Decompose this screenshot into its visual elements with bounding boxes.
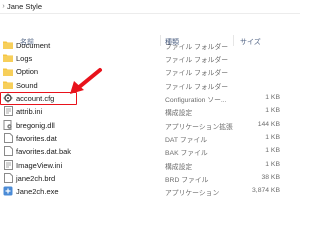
file-size: 1 KB (265, 107, 280, 115)
generic-file-icon (3, 172, 13, 183)
ini-file-icon (3, 159, 13, 170)
folder-icon (3, 80, 13, 90)
file-type: DAT ファイル (165, 136, 208, 144)
list-item[interactable]: jane2ch.brd BRD ファイル 38 KB (0, 171, 300, 184)
chevron-right-icon[interactable]: › (0, 3, 7, 10)
dll-file-icon (3, 119, 13, 130)
file-name: Document (16, 40, 51, 50)
list-item[interactable]: Option ファイル フォルダー (0, 65, 300, 78)
file-type: ファイル フォルダー (165, 83, 229, 91)
file-size: 38 KB (261, 173, 280, 181)
file-size: 144 KB (257, 120, 280, 128)
breadcrumb: › Jane Style (0, 0, 300, 14)
file-type: BRD ファイル (165, 176, 209, 184)
file-list: Document ファイル フォルダー Logs ファイル フォルダー Opti… (0, 38, 300, 198)
file-name: jane2ch.brd (16, 173, 56, 183)
list-item[interactable]: attrib.ini 構成設定 1 KB (0, 105, 300, 118)
generic-file-icon (3, 132, 13, 143)
file-type: 構成設定 (165, 163, 193, 171)
list-item[interactable]: Logs ファイル フォルダー (0, 51, 300, 64)
file-name: Logs (16, 53, 33, 63)
file-name: favorites.dat.bak (16, 147, 72, 157)
list-item[interactable]: bregonig.dll アプリケーション拡張 144 KB (0, 118, 300, 131)
ini-file-icon (3, 106, 13, 117)
list-item[interactable]: Jane2ch.exe アプリケーション 3,874 KB (0, 185, 300, 198)
app-icon (3, 186, 13, 196)
file-name: Jane2ch.exe (16, 187, 59, 197)
file-name: ImageView.ini (16, 160, 63, 170)
file-size: 1 KB (265, 93, 280, 101)
list-item[interactable]: Document ファイル フォルダー (0, 38, 300, 51)
folder-icon (3, 67, 13, 76)
file-name: Option (16, 67, 39, 77)
file-type: ファイル フォルダー (165, 56, 229, 64)
list-item[interactable]: Sound ファイル フォルダー (0, 78, 300, 91)
file-size: 1 KB (265, 160, 280, 168)
generic-file-icon (3, 146, 13, 157)
file-name: favorites.dat (16, 133, 57, 143)
file-type: 構成設定 (165, 110, 193, 118)
file-name: Sound (16, 80, 38, 90)
file-type: アプリケーション (165, 190, 220, 198)
folder-icon (3, 40, 13, 49)
file-type: Configuration ソー... (165, 96, 227, 104)
file-name: attrib.ini (16, 107, 43, 117)
file-type: アプリケーション拡張 (165, 123, 233, 131)
file-size: 1 KB (265, 147, 280, 155)
file-type: BAK ファイル (165, 150, 208, 158)
file-size: 1 KB (265, 133, 280, 141)
arrow-annotation-icon (70, 68, 102, 94)
list-item[interactable]: favorites.dat.bak BAK ファイル 1 KB (0, 145, 300, 158)
list-item[interactable]: favorites.dat DAT ファイル 1 KB (0, 131, 300, 144)
file-name: bregonig.dll (16, 120, 55, 130)
breadcrumb-current[interactable]: Jane Style (7, 2, 42, 11)
folder-icon (3, 53, 13, 63)
file-size: 3,874 KB (252, 187, 280, 195)
list-item[interactable]: ImageView.ini 構成設定 1 KB (0, 158, 300, 171)
file-type: ファイル フォルダー (165, 70, 229, 78)
file-type: ファイル フォルダー (165, 43, 229, 51)
